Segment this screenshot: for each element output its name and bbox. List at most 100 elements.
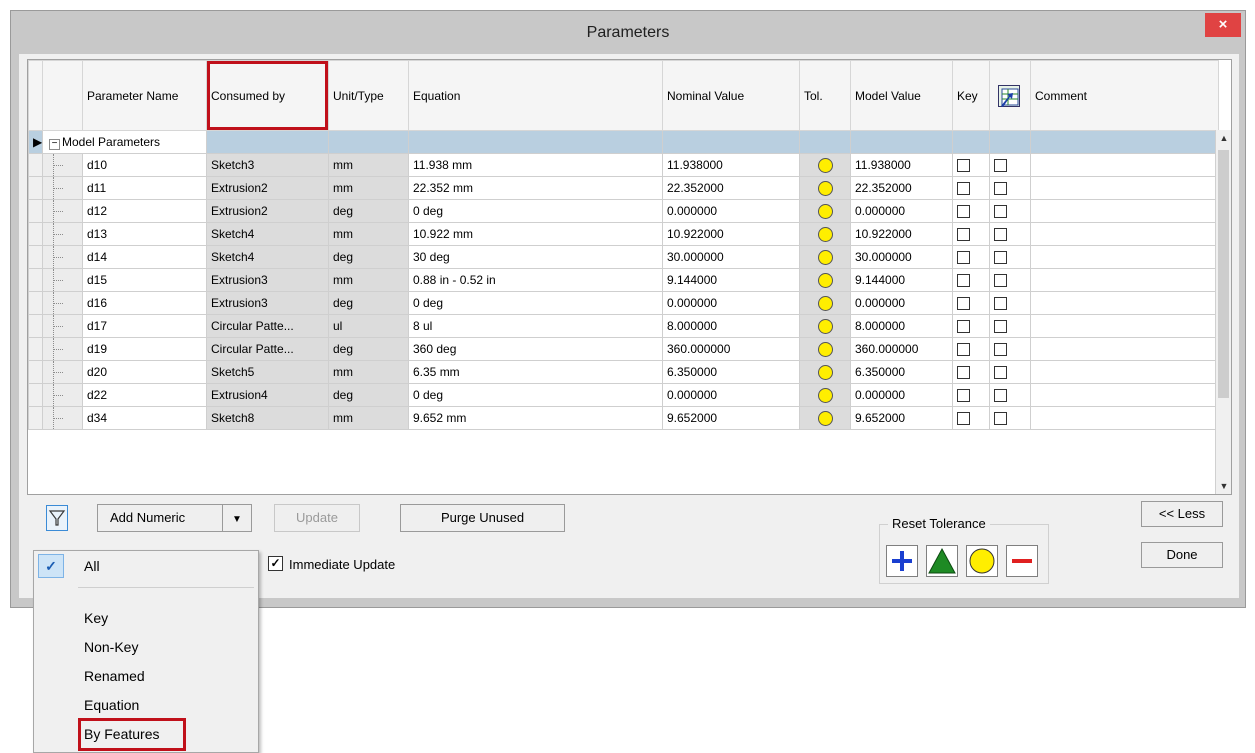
tolerance-cell[interactable] (799, 222, 851, 246)
export-cell[interactable] (989, 360, 1031, 384)
key-cell[interactable] (952, 245, 990, 269)
tolerance-cell[interactable] (799, 360, 851, 384)
export-cell[interactable] (989, 245, 1031, 269)
key-cell[interactable] (952, 291, 990, 315)
export-cell[interactable] (989, 268, 1031, 292)
done-button[interactable]: Done (1141, 542, 1223, 568)
param-name-cell[interactable]: d15 (82, 268, 207, 292)
table-row[interactable]: d10 Sketch3 mm 11.938 mm 11.938000 11.938000 (28, 153, 1219, 177)
tolerance-cell[interactable] (799, 337, 851, 361)
key-cell[interactable] (952, 314, 990, 338)
row-selector[interactable] (28, 291, 43, 315)
export-cell[interactable] (989, 337, 1031, 361)
export-cell[interactable] (989, 153, 1031, 177)
tolerance-nominal-icon[interactable] (817, 387, 833, 403)
key-checkbox[interactable] (957, 159, 970, 173)
export-cell[interactable] (989, 176, 1031, 200)
tolerance-nominal-icon[interactable] (817, 180, 833, 196)
table-row[interactable]: d17 Circular Patte... ul 8 ul 8.000000 8.0000… (28, 314, 1219, 338)
unit-cell[interactable]: deg (328, 245, 409, 269)
unit-cell[interactable]: mm (328, 176, 409, 200)
export-checkbox[interactable] (994, 182, 1007, 196)
param-name-cell[interactable]: d17 (82, 314, 207, 338)
key-cell[interactable] (952, 153, 990, 177)
tolerance-cell[interactable] (799, 268, 851, 292)
tolerance-nominal-icon[interactable] (817, 341, 833, 357)
unit-cell[interactable]: deg (328, 337, 409, 361)
filter-item-non-key[interactable]: Non-Key (34, 632, 258, 662)
tolerance-nominal-icon[interactable] (817, 226, 833, 242)
row-selector[interactable] (28, 360, 43, 384)
unit-cell[interactable]: ul (328, 314, 409, 338)
equation-cell[interactable]: 0 deg (408, 383, 663, 407)
equation-cell[interactable]: 22.352 mm (408, 176, 663, 200)
unit-cell[interactable]: mm (328, 268, 409, 292)
unit-cell[interactable]: deg (328, 291, 409, 315)
export-checkbox[interactable] (994, 205, 1007, 219)
table-row[interactable]: d20 Sketch5 mm 6.35 mm 6.350000 6.350000 (28, 360, 1219, 384)
comment-cell[interactable] (1030, 199, 1219, 223)
comment-cell[interactable] (1030, 337, 1219, 361)
col-tol[interactable]: Tol. (799, 60, 851, 131)
group-label-cell[interactable]: − Model Parameters (42, 130, 207, 154)
col-equation[interactable]: Equation (408, 60, 663, 131)
col-key[interactable]: Key (952, 60, 990, 131)
row-selector[interactable] (28, 268, 43, 292)
equation-cell[interactable]: 30 deg (408, 245, 663, 269)
tolerance-cell[interactable] (799, 291, 851, 315)
param-name-cell[interactable]: d16 (82, 291, 207, 315)
tolerance-nominal-icon[interactable] (817, 203, 833, 219)
key-checkbox[interactable] (957, 205, 970, 219)
unit-cell[interactable]: mm (328, 153, 409, 177)
unit-cell[interactable]: deg (328, 383, 409, 407)
param-name-cell[interactable]: d11 (82, 176, 207, 200)
row-selector[interactable] (28, 153, 43, 177)
param-name-cell[interactable]: d13 (82, 222, 207, 246)
export-cell[interactable] (989, 222, 1031, 246)
unit-cell[interactable]: mm (328, 222, 409, 246)
row-selector[interactable] (28, 222, 43, 246)
table-row[interactable]: d16 Extrusion3 deg 0 deg 0.000000 0.000000 (28, 291, 1219, 315)
col-export-icon[interactable] (989, 60, 1031, 131)
table-row[interactable]: d11 Extrusion2 mm 22.352 mm 22.352000 22.3520… (28, 176, 1219, 200)
unit-cell[interactable]: mm (328, 406, 409, 430)
vertical-scrollbar[interactable]: ▲ ▼ (1215, 130, 1231, 494)
param-name-cell[interactable]: d19 (82, 337, 207, 361)
col-comment[interactable]: Comment (1030, 60, 1219, 131)
tolerance-cell[interactable] (799, 245, 851, 269)
export-checkbox[interactable] (994, 366, 1007, 380)
param-name-cell[interactable]: d34 (82, 406, 207, 430)
key-checkbox[interactable] (957, 389, 970, 403)
key-checkbox[interactable] (957, 320, 970, 334)
equation-cell[interactable]: 6.35 mm (408, 360, 663, 384)
key-cell[interactable] (952, 268, 990, 292)
add-numeric-dropdown[interactable]: ▼ (222, 504, 252, 532)
filter-item-all[interactable]: ✓ All (34, 551, 258, 581)
key-checkbox[interactable] (957, 228, 970, 242)
col-parameter-name[interactable]: Parameter Name (82, 60, 207, 131)
comment-cell[interactable] (1030, 268, 1219, 292)
table-row[interactable]: d19 Circular Patte... deg 360 deg 360.000000… (28, 337, 1219, 361)
col-nominal-value[interactable]: Nominal Value (662, 60, 800, 131)
export-checkbox[interactable] (994, 412, 1007, 426)
filter-item-equation[interactable]: Equation (34, 690, 258, 720)
export-cell[interactable] (989, 314, 1031, 338)
filter-button[interactable] (46, 505, 68, 531)
scroll-down-icon[interactable]: ▼ (1216, 478, 1231, 494)
key-cell[interactable] (952, 383, 990, 407)
key-checkbox[interactable] (957, 412, 970, 426)
export-cell[interactable] (989, 199, 1031, 223)
tolerance-cell[interactable] (799, 314, 851, 338)
add-numeric-button[interactable]: Add Numeric (97, 504, 223, 532)
median-tolerance-button[interactable] (926, 545, 958, 577)
row-selector[interactable] (28, 337, 43, 361)
table-row[interactable]: d13 Sketch4 mm 10.922 mm 10.922000 10.922000 (28, 222, 1219, 246)
equation-cell[interactable]: 8 ul (408, 314, 663, 338)
col-model-value[interactable]: Model Value (850, 60, 953, 131)
tolerance-nominal-icon[interactable] (817, 272, 833, 288)
key-checkbox[interactable] (957, 297, 970, 311)
lower-tolerance-button[interactable] (1006, 545, 1038, 577)
tolerance-cell[interactable] (799, 199, 851, 223)
comment-cell[interactable] (1030, 222, 1219, 246)
immediate-update-checkbox[interactable]: ✓ (268, 556, 283, 571)
